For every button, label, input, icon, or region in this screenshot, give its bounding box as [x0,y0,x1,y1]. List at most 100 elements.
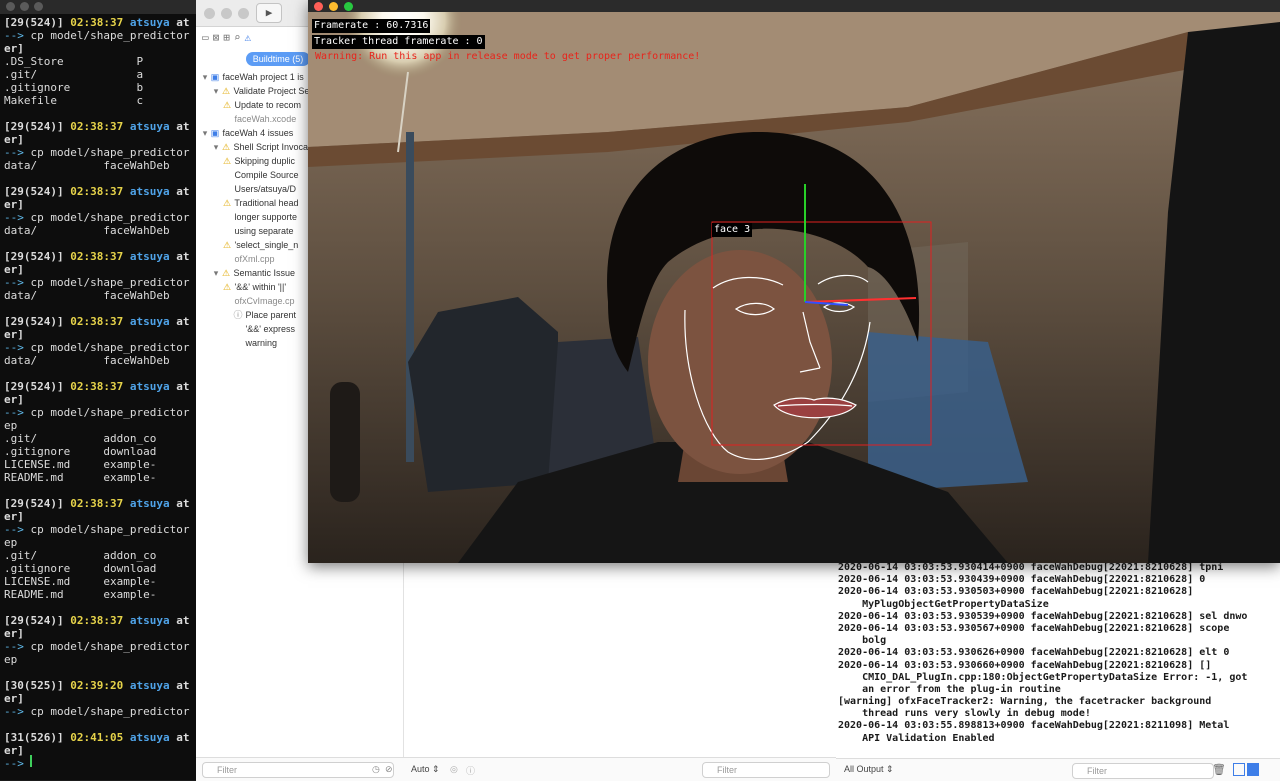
debug-console[interactable]: 2020-06-14 03:03:53.930414+0900 faceWahD… [836,562,1280,781]
minimize-icon[interactable] [20,2,29,11]
warning-icon: ⚠ [221,268,231,278]
disclosure-chevron-icon[interactable]: ▾ [211,140,221,154]
terminal-line: [29(524)] 02:38:37 atsuya at [4,16,190,29]
symbol-icon[interactable]: ⊞ [223,31,230,44]
disclosure-chevron-icon[interactable]: ▾ [211,84,221,98]
console-line: 2020-06-14 03:03:53.930626+0900 faceWahD… [838,647,1230,659]
disclosure-chevron-icon[interactable]: ▾ [200,126,210,140]
issue-text: Skipping duplic [232,156,296,166]
filter-placeholder: Filter [717,765,737,775]
xcode-bottom-bar: Filter ◷ ⊘ Auto ⇕ ◎ ⓘ Filter [196,757,836,781]
terminal-window[interactable]: [29(524)] 02:38:37 atsuya at --> cp model… [0,0,200,780]
terminal-line: er] [4,133,24,146]
info-icon: ⓘ [233,310,243,320]
terminal-line: --> cp model/shape_predictor [4,341,190,354]
warning-icon: ⚠ [222,282,232,292]
terminal-line: --> cp model/shape_predictor [4,705,190,718]
framerate-label: Framerate : 60.7316 [312,19,431,33]
trash-icon[interactable]: 🗑 [1212,763,1226,776]
minimize-icon[interactable] [329,2,338,11]
issue-text: Place parent [243,310,297,320]
clock-icon[interactable]: ◷ [372,764,380,775]
issue-text: '&&' within '||' [232,282,287,292]
terminal-output: [29(524)] 02:38:37 atsuya at --> cp model… [4,16,200,770]
warning-icon: ⚠ [221,142,231,152]
minimize-icon[interactable] [221,8,232,19]
console-line: thread runs very slowly in debug mode! [838,708,1091,720]
issue-text: faceWah 4 issues [220,128,294,138]
terminal-line: er] [4,393,24,406]
warning-icon: ⚠ [222,198,232,208]
variables-filter-field[interactable]: Filter [702,762,830,778]
close-icon[interactable] [314,2,323,11]
terminal-cursor [30,755,32,767]
source-control-icon[interactable]: ⊠ [213,31,220,44]
pole [406,132,414,462]
release-mode-warning: Warning: Run this app in release mode to… [315,51,701,62]
terminal-line: er] [4,328,24,341]
console-line: bolg [838,635,887,647]
terminal-line: [29(524)] 02:38:37 atsuya at [4,497,190,510]
search-icon[interactable]: ⌕ [234,31,241,44]
output-selector-label: All Output [844,764,884,774]
terminal-line: --> cp model/shape_predictor [4,146,190,159]
auto-selector[interactable]: Auto ⇕ [411,764,440,775]
split-right-icon[interactable] [1247,763,1259,776]
terminal-line: [29(524)] 02:38:37 atsuya at [4,315,190,328]
disclosure-chevron-icon[interactable]: ▾ [200,70,210,84]
run-button[interactable]: ▶ [256,3,282,23]
tab-buildtime[interactable]: Buildtime (5) [246,52,310,66]
terminal-line: .gitignore download [4,562,157,575]
console-line: 2020-06-14 03:03:53.930539+0900 faceWahD… [838,610,1248,622]
zoom-icon[interactable] [34,2,43,11]
issue-text: faceWah.xcode [232,114,297,124]
terminal-line: ep [4,419,18,432]
console-line: API Validation Enabled [838,732,995,744]
navigator-filter-field[interactable]: Filter [202,762,394,778]
terminal-line: --> cp model/shape_predictor [4,406,190,419]
issue-filter-icon[interactable]: ⊘ [385,764,393,775]
folder-icon[interactable]: ▭ [202,31,209,44]
terminal-line: er] [4,744,24,757]
warning-icon: ⚠ [221,86,231,96]
console-filter-field[interactable]: Filter [1072,763,1214,779]
filter-placeholder: Filter [217,765,237,775]
terminal-line: Makefile c [4,94,144,107]
console-line: 2020-06-14 03:03:53.930660+0900 faceWahD… [838,659,1212,671]
disclosure-chevron-icon[interactable]: ▾ [211,266,221,280]
project-icon: ▣ [210,128,220,138]
app-titlebar [308,0,1280,12]
terminal-line: --> cp model/shape_predictor [4,523,190,536]
terminal-line: er] [4,510,24,523]
issue-navigator-icon[interactable]: ⚠ [245,31,252,44]
split-left-icon[interactable] [1233,763,1245,776]
warning-icon: ⚠ [222,156,232,166]
filter-placeholder: Filter [1087,766,1107,776]
zoom-icon[interactable] [238,8,249,19]
close-icon[interactable] [204,8,215,19]
info-icon[interactable]: ⓘ [466,764,475,777]
zoom-icon[interactable] [344,2,353,11]
terminal-line: er] [4,42,24,55]
issue-text: Traditional head [232,198,299,208]
terminal-line: ep [4,653,18,666]
terminal-line: .git/ addon_co [4,432,157,445]
console-line: MyPlugObjectGetPropertyDataSize [838,598,1049,610]
jacket [408,297,558,492]
guitar [330,382,360,502]
auto-label: Auto [411,764,430,774]
output-selector[interactable]: All Output ⇕ [844,764,894,775]
eye-icon[interactable]: ◎ [450,764,458,775]
issue-text: faceWah project 1 is [220,72,304,82]
close-icon[interactable] [6,2,15,11]
issue-text: using separate [232,226,294,236]
console-line: CMIO_DAL_PlugIn.cpp:180:ObjectGetPropert… [838,671,1248,683]
terminal-line: er] [4,263,24,276]
facewah-app-window[interactable]: Framerate : 60.7316 Tracker thread frame… [308,0,1280,563]
console-line: 2020-06-14 03:03:53.930567+0900 faceWahD… [838,622,1230,634]
